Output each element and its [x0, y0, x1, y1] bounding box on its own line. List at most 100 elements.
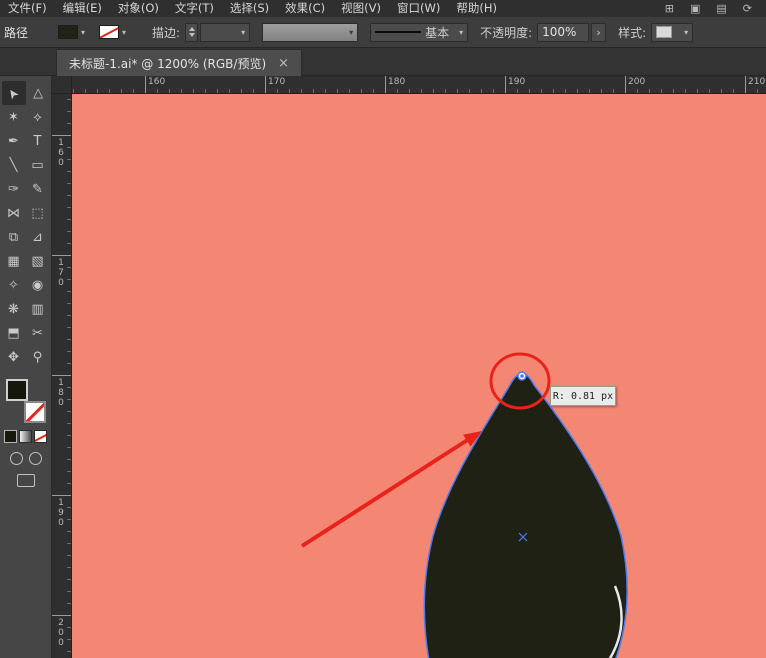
- column-graph-tool-icon: ▥: [31, 302, 43, 317]
- selection-tool-icon: ➤: [4, 84, 23, 102]
- menu-help[interactable]: 帮助(H): [448, 0, 505, 17]
- brush-definition-combo[interactable]: 基本 ▾: [370, 23, 468, 42]
- stroke-color-dropdown[interactable]: ▾: [99, 25, 126, 39]
- ruler-label: 160: [148, 77, 165, 87]
- tool-rectangle[interactable]: ▭: [26, 153, 50, 177]
- tool-type[interactable]: T: [26, 129, 50, 153]
- tool-paintbrush[interactable]: ✑: [2, 177, 26, 201]
- ruler-label: 210: [748, 77, 765, 87]
- fill-swatch[interactable]: [6, 379, 28, 401]
- color-mode-row: [0, 430, 51, 443]
- zoom-tool-icon: ⚲: [33, 350, 43, 365]
- stroke-weight-combo[interactable]: ▾: [200, 23, 250, 42]
- line-segment-tool-icon: ╲: [10, 158, 18, 173]
- tool-slice[interactable]: ✂: [26, 321, 50, 345]
- stroke-swatch[interactable]: [24, 401, 46, 423]
- magic-wand-tool-icon: ✶: [8, 110, 19, 125]
- tool-width[interactable]: ⋈: [2, 201, 26, 225]
- document-tab-title: 未标题-1.ai* @ 1200% (RGB/预览): [69, 55, 266, 72]
- screen-mode-button[interactable]: [17, 474, 35, 487]
- draw-behind-icon[interactable]: [29, 452, 42, 465]
- fill-color-swatch[interactable]: [58, 25, 78, 39]
- stroke-weight-stepper[interactable]: [185, 23, 198, 42]
- tool-blend[interactable]: ◉: [26, 273, 50, 297]
- tool-free-transform[interactable]: ⬚: [26, 201, 50, 225]
- corner-radius-value: R: 0.81 px: [553, 391, 613, 402]
- fill-stroke-indicator: [6, 379, 46, 423]
- tool-shape-builder[interactable]: ⧉: [2, 225, 26, 249]
- menu-bar: 文件(F) 编辑(E) 对象(O) 文字(T) 选择(S) 效果(C) 视图(V…: [0, 0, 766, 17]
- shape-builder-tool-icon: ⧉: [9, 230, 18, 245]
- ruler-tick: 160: [145, 76, 146, 93]
- vertical-ruler[interactable]: 160 170 180 190 200: [52, 94, 72, 658]
- document-tab[interactable]: 未标题-1.ai* @ 1200% (RGB/预览) ×: [56, 49, 302, 76]
- graphic-style-combo[interactable]: ▾: [651, 23, 693, 42]
- tool-hand[interactable]: ✥: [2, 345, 26, 369]
- tool-column-graph[interactable]: ▥: [26, 297, 50, 321]
- control-bar: 路径 ▾ ▾ 描边: ▾ ▾ 基本 ▾ 不透明度: 100% › 样式: ▾: [0, 17, 766, 48]
- ruler-label: 180: [388, 77, 405, 87]
- ruler-tick: 210: [745, 76, 746, 93]
- tool-pencil[interactable]: ✎: [26, 177, 50, 201]
- sync-icon[interactable]: ⟳: [743, 2, 752, 15]
- variable-width-profile-combo[interactable]: ▾: [262, 23, 358, 42]
- workspace-icon[interactable]: ▤: [716, 2, 726, 15]
- stroke-none-swatch[interactable]: [99, 25, 119, 39]
- tool-line-segment[interactable]: ╲: [2, 153, 26, 177]
- opacity-panel-button[interactable]: ›: [591, 23, 606, 42]
- grid-view-icon[interactable]: ▣: [690, 2, 700, 15]
- menu-object[interactable]: 对象(O): [110, 0, 167, 17]
- draw-normal-icon[interactable]: [10, 452, 23, 465]
- opacity-combo[interactable]: 100%: [537, 23, 589, 42]
- close-icon[interactable]: ×: [278, 56, 289, 71]
- tool-artboard[interactable]: ⬒: [2, 321, 26, 345]
- tool-eyedropper[interactable]: ✧: [2, 273, 26, 297]
- lasso-tool-icon: ⟡: [33, 110, 42, 125]
- horizontal-ruler[interactable]: 160 170 180 190 200 210: [72, 76, 766, 94]
- tool-lasso[interactable]: ⟡: [26, 105, 50, 129]
- mesh-tool-icon: ▦: [7, 254, 19, 269]
- corner-radius-tooltip: R: 0.81 px: [550, 386, 616, 406]
- none-button[interactable]: [34, 430, 47, 443]
- ruler-label: 190: [56, 498, 66, 528]
- tool-direct-selection[interactable]: ▷: [26, 81, 50, 105]
- tool-perspective-grid[interactable]: ⊿: [26, 225, 50, 249]
- ruler-label: 200: [56, 618, 66, 648]
- eyedropper-tool-icon: ✧: [8, 278, 19, 293]
- tool-selection[interactable]: ➤: [2, 81, 26, 105]
- document-tab-bar: 未标题-1.ai* @ 1200% (RGB/预览) ×: [0, 48, 766, 76]
- arrange-documents-icon[interactable]: ⊞: [665, 2, 674, 15]
- tool-symbol-sprayer[interactable]: ❋: [2, 297, 26, 321]
- perspective-grid-tool-icon: ⊿: [32, 230, 43, 245]
- menu-file[interactable]: 文件(F): [0, 0, 55, 17]
- menu-select[interactable]: 选择(S): [222, 0, 277, 17]
- chevron-down-icon: ▾: [459, 28, 463, 37]
- brush-name: 基本: [425, 24, 449, 41]
- gradient-button[interactable]: [19, 430, 32, 443]
- menu-effect[interactable]: 效果(C): [277, 0, 333, 17]
- tool-zoom[interactable]: ⚲: [26, 345, 50, 369]
- tool-gradient[interactable]: ▧: [26, 249, 50, 273]
- ruler-origin-corner[interactable]: [52, 76, 72, 94]
- free-transform-tool-icon: ⬚: [31, 206, 43, 221]
- chevron-down-icon: ▾: [122, 28, 126, 37]
- menu-view[interactable]: 视图(V): [333, 0, 389, 17]
- type-tool-icon: T: [34, 134, 42, 149]
- tool-pen[interactable]: ✒: [2, 129, 26, 153]
- pencil-tool-icon: ✎: [32, 182, 43, 197]
- tool-mesh[interactable]: ▦: [2, 249, 26, 273]
- pen-tool-icon: ✒: [8, 134, 19, 149]
- color-button[interactable]: [4, 430, 17, 443]
- menu-edit[interactable]: 编辑(E): [55, 0, 110, 17]
- artboard-background: [72, 94, 766, 658]
- tool-magic-wand[interactable]: ✶: [2, 105, 26, 129]
- ruler-tick: [52, 255, 71, 256]
- artboard-canvas[interactable]: R: 0.81 px: [72, 94, 766, 658]
- fill-color-dropdown[interactable]: ▾: [58, 25, 85, 39]
- corner-widget-handle[interactable]: [518, 372, 526, 380]
- ruler-label: 160: [56, 138, 66, 168]
- ruler-label: 170: [56, 258, 66, 288]
- menu-window[interactable]: 窗口(W): [389, 0, 448, 17]
- ruler-label: 170: [268, 77, 285, 87]
- menu-type[interactable]: 文字(T): [167, 0, 222, 17]
